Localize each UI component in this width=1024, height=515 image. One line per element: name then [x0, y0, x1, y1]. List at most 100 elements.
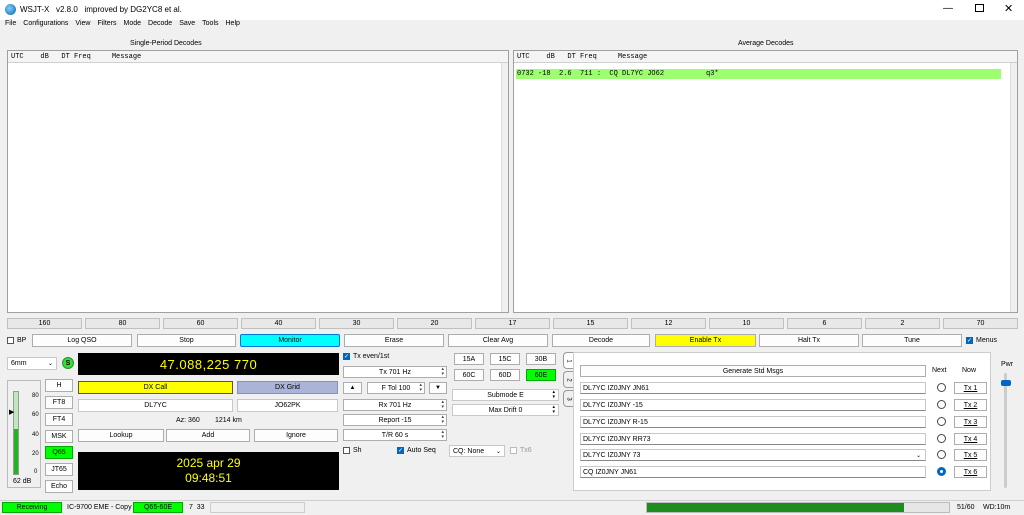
- tx6-checkbox[interactable]: Tx6: [510, 447, 532, 454]
- right-scrollbar[interactable]: [1010, 63, 1017, 312]
- tx2-button[interactable]: Tx 2: [954, 399, 987, 411]
- freq-down-button[interactable]: ▼: [429, 382, 447, 394]
- max-drift-spinbox[interactable]: Max Drift 0 ▴ ▾: [452, 404, 559, 416]
- left-scrollbar[interactable]: [501, 63, 508, 312]
- mode-ft8-button[interactable]: FT8: [45, 396, 73, 409]
- mode-q65-button[interactable]: Q65: [45, 446, 73, 459]
- spin-arrows-icon[interactable]: ▴ ▾: [552, 390, 555, 400]
- erase-button[interactable]: Erase: [344, 334, 444, 347]
- band-17[interactable]: 17: [475, 318, 550, 329]
- stop-button[interactable]: Stop: [137, 334, 236, 347]
- decode-line[interactable]: 0732 -18 2.6 711 : CQ DL7YC JO62 q3*: [516, 69, 1001, 79]
- tx2-message[interactable]: DL7YC IZ0JNY -15: [580, 399, 926, 411]
- clear-avg-button[interactable]: Clear Avg: [448, 334, 548, 347]
- tx1-button[interactable]: Tx 1: [954, 382, 987, 394]
- spin-arrows-icon[interactable]: ▴ ▾: [441, 400, 444, 410]
- band-10[interactable]: 10: [709, 318, 784, 329]
- generate-std-msgs-button[interactable]: Generate Std Msgs: [580, 365, 926, 377]
- ignore-button[interactable]: Ignore: [254, 429, 338, 442]
- band-2[interactable]: 2: [865, 318, 940, 329]
- band-70[interactable]: 70: [943, 318, 1018, 329]
- mode-msk-button[interactable]: MSK: [45, 430, 73, 443]
- next-radio-3[interactable]: [937, 417, 946, 426]
- menu-view[interactable]: View: [75, 20, 90, 31]
- tx-even-checkbox[interactable]: ✓ Tx even/1st: [343, 353, 389, 360]
- tx6-check-icon[interactable]: [510, 447, 517, 454]
- bp-checkbox[interactable]: BP: [7, 337, 26, 344]
- dx-call-input[interactable]: DL7YC: [78, 399, 233, 412]
- minimize-icon[interactable]: —: [943, 3, 953, 14]
- average-decodes-panel[interactable]: UTC dB DT Freq Message 0732 -18 2.6 711 …: [513, 50, 1018, 313]
- tx3-message[interactable]: DL7YC IZ0JNY R-15: [580, 416, 926, 428]
- menu-save[interactable]: Save: [179, 20, 195, 31]
- dx-grid-input[interactable]: JO62PK: [237, 399, 338, 412]
- next-radio-2[interactable]: [937, 400, 946, 409]
- spin-arrows-icon[interactable]: ▴ ▾: [441, 430, 444, 440]
- next-radio-5[interactable]: [937, 450, 946, 459]
- band-80[interactable]: 80: [85, 318, 160, 329]
- submode-15c-button[interactable]: 15C: [490, 353, 520, 365]
- band-160[interactable]: 160: [7, 318, 82, 329]
- tx5-button[interactable]: Tx 5: [954, 449, 987, 461]
- bp-check-icon[interactable]: [7, 337, 14, 344]
- tx5-message[interactable]: DL7YC IZ0JNY 73 ⌄: [580, 449, 926, 461]
- band-20[interactable]: 20: [397, 318, 472, 329]
- side-tab-1[interactable]: 1: [563, 352, 573, 369]
- auto-seq-checkbox[interactable]: ✓ Auto Seq: [397, 447, 436, 454]
- decode-button[interactable]: Decode: [552, 334, 650, 347]
- spin-arrows-icon[interactable]: ▴ ▾: [441, 415, 444, 425]
- submode-select[interactable]: Submode E ▴ ▾: [452, 389, 559, 401]
- tx6-button[interactable]: Tx 6: [954, 466, 987, 478]
- tune-button[interactable]: Tune: [862, 334, 962, 347]
- submode-30b-button[interactable]: 30B: [526, 353, 556, 365]
- mode-ft4-button[interactable]: FT4: [45, 413, 73, 426]
- submode-15a-button[interactable]: 15A: [454, 353, 484, 365]
- mode-echo-button[interactable]: Echo: [45, 480, 73, 493]
- band-60[interactable]: 60: [163, 318, 238, 329]
- sh-checkbox[interactable]: Sh: [343, 447, 362, 454]
- log-qso-button[interactable]: Log QSO: [32, 334, 132, 347]
- mode-h-button[interactable]: H: [45, 379, 73, 392]
- halt-tx-button[interactable]: Halt Tx: [759, 334, 859, 347]
- single-period-panel[interactable]: UTC dB DT Freq Message: [7, 50, 509, 313]
- side-tab-2[interactable]: 2: [563, 371, 573, 388]
- band-12[interactable]: 12: [631, 318, 706, 329]
- tx-even-check-icon[interactable]: ✓: [343, 353, 350, 360]
- band-6[interactable]: 6: [787, 318, 862, 329]
- pwr-slider-track[interactable]: [1004, 373, 1007, 488]
- rx-freq-spinbox[interactable]: Rx 701 Hz ▴ ▾: [343, 399, 447, 411]
- menu-configurations[interactable]: Configurations: [23, 20, 68, 31]
- tx4-message[interactable]: DL7YC IZ0JNY RR73: [580, 433, 926, 445]
- lookup-button[interactable]: Lookup: [78, 429, 164, 442]
- report-spinbox[interactable]: Report -15 ▴ ▾: [343, 414, 447, 426]
- menu-tools[interactable]: Tools: [202, 20, 218, 31]
- side-tab-3[interactable]: 3: [563, 390, 573, 407]
- menus-checkbox[interactable]: ✓ Menus: [966, 337, 997, 344]
- submode-60c-button[interactable]: 60C: [454, 369, 484, 381]
- maximize-icon[interactable]: [975, 4, 984, 12]
- menu-file[interactable]: File: [5, 20, 16, 31]
- tr-spinbox[interactable]: T/R 60 s ▴ ▾: [343, 429, 447, 441]
- cq-select[interactable]: CQ: None ⌄: [449, 445, 505, 457]
- spin-arrows-icon[interactable]: ▴ ▾: [552, 405, 555, 415]
- next-radio-6[interactable]: [937, 467, 946, 476]
- tx-freq-spinbox[interactable]: Tx 701 Hz ▴ ▾: [343, 366, 447, 378]
- next-radio-4[interactable]: [937, 434, 946, 443]
- band-30[interactable]: 30: [319, 318, 394, 329]
- menu-mode[interactable]: Mode: [124, 20, 142, 31]
- tx6-message[interactable]: CQ IZ0JNY JN61: [580, 466, 926, 478]
- band-40[interactable]: 40: [241, 318, 316, 329]
- tx1-message[interactable]: DL7YC IZ0JNY JN61: [580, 382, 926, 394]
- enable-tx-button[interactable]: Enable Tx: [655, 334, 756, 347]
- menus-check-icon[interactable]: ✓: [966, 337, 973, 344]
- tx3-button[interactable]: Tx 3: [954, 416, 987, 428]
- sh-check-icon[interactable]: [343, 447, 350, 454]
- close-icon[interactable]: ✕: [1004, 2, 1013, 15]
- auto-seq-check-icon[interactable]: ✓: [397, 447, 404, 454]
- s-badge[interactable]: S: [62, 357, 74, 369]
- menu-help[interactable]: Help: [226, 20, 240, 31]
- chevron-down-icon[interactable]: ⌄: [916, 452, 921, 459]
- spin-arrows-icon[interactable]: ▴ ▾: [441, 367, 444, 377]
- submode-60d-button[interactable]: 60D: [490, 369, 520, 381]
- next-radio-1[interactable]: [937, 383, 946, 392]
